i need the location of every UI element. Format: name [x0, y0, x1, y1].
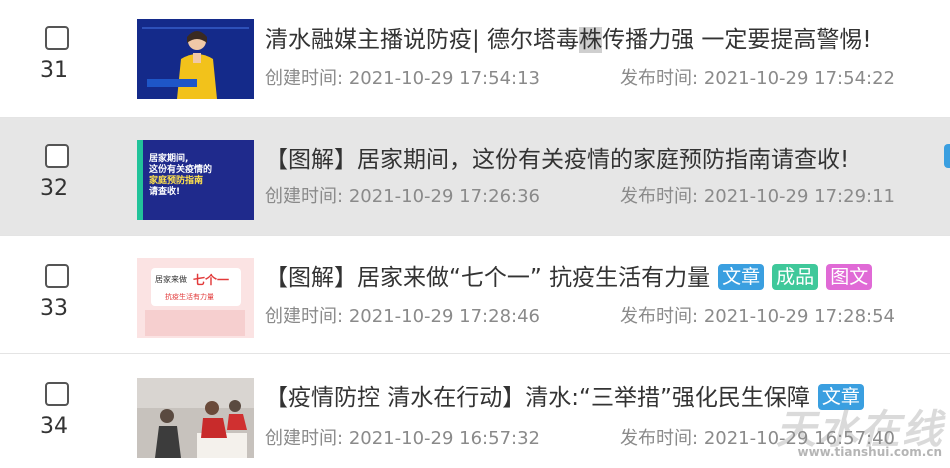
video-thumbnail[interactable] — [137, 19, 254, 99]
people-photo-icon — [137, 378, 254, 458]
published-label: 发布时间: — [620, 428, 699, 449]
published-info: 发布时间: 2021-10-29 17:28:54 — [620, 302, 895, 328]
article-title[interactable]: 【图解】居家来做“七个一” 抗疫生活有力量 文章 成品 图文 — [265, 258, 873, 292]
thumbnail-text: 居家来做 — [155, 275, 187, 284]
anchor-figure-icon — [137, 19, 254, 99]
site-watermark: 天水在线 www.tianshui.com.cn — [730, 395, 950, 465]
image-thumbnail[interactable]: 居家来做 七个一 抗疫生活有力量 — [137, 258, 254, 338]
published-time: 2021-10-29 17:29:11 — [703, 186, 895, 207]
thumbnail-text: 居家期间, — [149, 154, 189, 164]
row-checkbox[interactable] — [45, 264, 69, 288]
list-row-33[interactable]: 33 居家来做 七个一 抗疫生活有力量 【图解】居家来做“七个一” 抗疫生活有力… — [0, 236, 950, 354]
thumbnail-text: 这份有关疫情的 — [149, 165, 213, 175]
published-info: 发布时间: 2021-10-29 17:29:11 — [620, 182, 895, 208]
row-index: 31 — [40, 58, 68, 83]
tag-finished: 成品 — [772, 264, 819, 290]
title-text: 传播力强 一定要提高警惕! — [602, 27, 872, 53]
created-time: 2021-10-29 16:57:32 — [348, 428, 540, 449]
list-row-31[interactable]: 31 清水融媒主播说防疫| 德尔塔毒株传播力强 一定要提高警惕! 创建时间: 2… — [0, 0, 950, 118]
list-row-32[interactable]: 32 居家期间, 这份有关疫情的 家庭预防指南 请查收! 【图解】居家期间，这份… — [0, 118, 950, 236]
article-meta: 创建时间: 2021-10-29 17:28:46 发布时间: 2021-10-… — [265, 302, 895, 328]
title-text: 【图解】居家来做“七个一” 抗疫生活有力量 — [265, 265, 711, 291]
published-label: 发布时间: — [620, 306, 699, 327]
article-title[interactable]: 【图解】居家期间，这份有关疫情的家庭预防指南请查收! — [265, 140, 849, 174]
published-label: 发布时间: — [620, 186, 699, 207]
row-checkbox[interactable] — [45, 26, 69, 50]
tag-clipped — [944, 144, 950, 168]
title-text: 清水融媒主播说防疫| 德尔塔毒 — [265, 27, 580, 53]
published-time: 2021-10-29 17:54:22 — [703, 68, 895, 89]
article-meta: 创建时间: 2021-10-29 16:57:32 发布时间: 2021-10-… — [265, 424, 895, 450]
created-label: 创建时间: — [265, 306, 344, 327]
created-label: 创建时间: — [265, 68, 344, 89]
published-info: 发布时间: 2021-10-29 17:54:22 — [620, 64, 895, 90]
title-text: 【疫情防控 清水在行动】清水:“三举措”强化民生保障 — [265, 385, 810, 411]
watermark-url: www.tianshui.com.cn — [797, 445, 942, 459]
created-time: 2021-10-29 17:26:36 — [348, 186, 540, 207]
created-label: 创建时间: — [265, 428, 344, 449]
published-label: 发布时间: — [620, 68, 699, 89]
article-title[interactable]: 清水融媒主播说防疫| 德尔塔毒株传播力强 一定要提高警惕! — [265, 20, 872, 54]
thumbnail-text: 请查收! — [149, 187, 181, 197]
image-thumbnail[interactable]: 居家期间, 这份有关疫情的 家庭预防指南 请查收! — [137, 140, 254, 220]
thumbnail-text: 抗疫生活有力量 — [165, 293, 214, 301]
thumbnail-text: 七个一 — [193, 273, 230, 287]
article-meta: 创建时间: 2021-10-29 17:54:13 发布时间: 2021-10-… — [265, 64, 895, 90]
created-label: 创建时间: — [265, 186, 344, 207]
row-checkbox[interactable] — [45, 144, 69, 168]
photo-thumbnail[interactable] — [137, 378, 254, 458]
article-meta: 创建时间: 2021-10-29 17:26:36 发布时间: 2021-10-… — [265, 182, 895, 208]
tag-article: 文章 — [718, 264, 765, 290]
row-index: 34 — [40, 414, 68, 439]
row-index: 32 — [40, 176, 68, 201]
thumbnail-text: 家庭预防指南 — [149, 176, 204, 186]
row-index: 33 — [40, 296, 68, 321]
created-time: 2021-10-29 17:28:46 — [348, 306, 540, 327]
published-time: 2021-10-29 17:28:54 — [703, 306, 895, 327]
created-time: 2021-10-29 17:54:13 — [348, 68, 540, 89]
row-checkbox[interactable] — [45, 382, 69, 406]
tag-image-text: 图文 — [826, 264, 873, 290]
highlighted-text: 株 — [579, 27, 603, 53]
